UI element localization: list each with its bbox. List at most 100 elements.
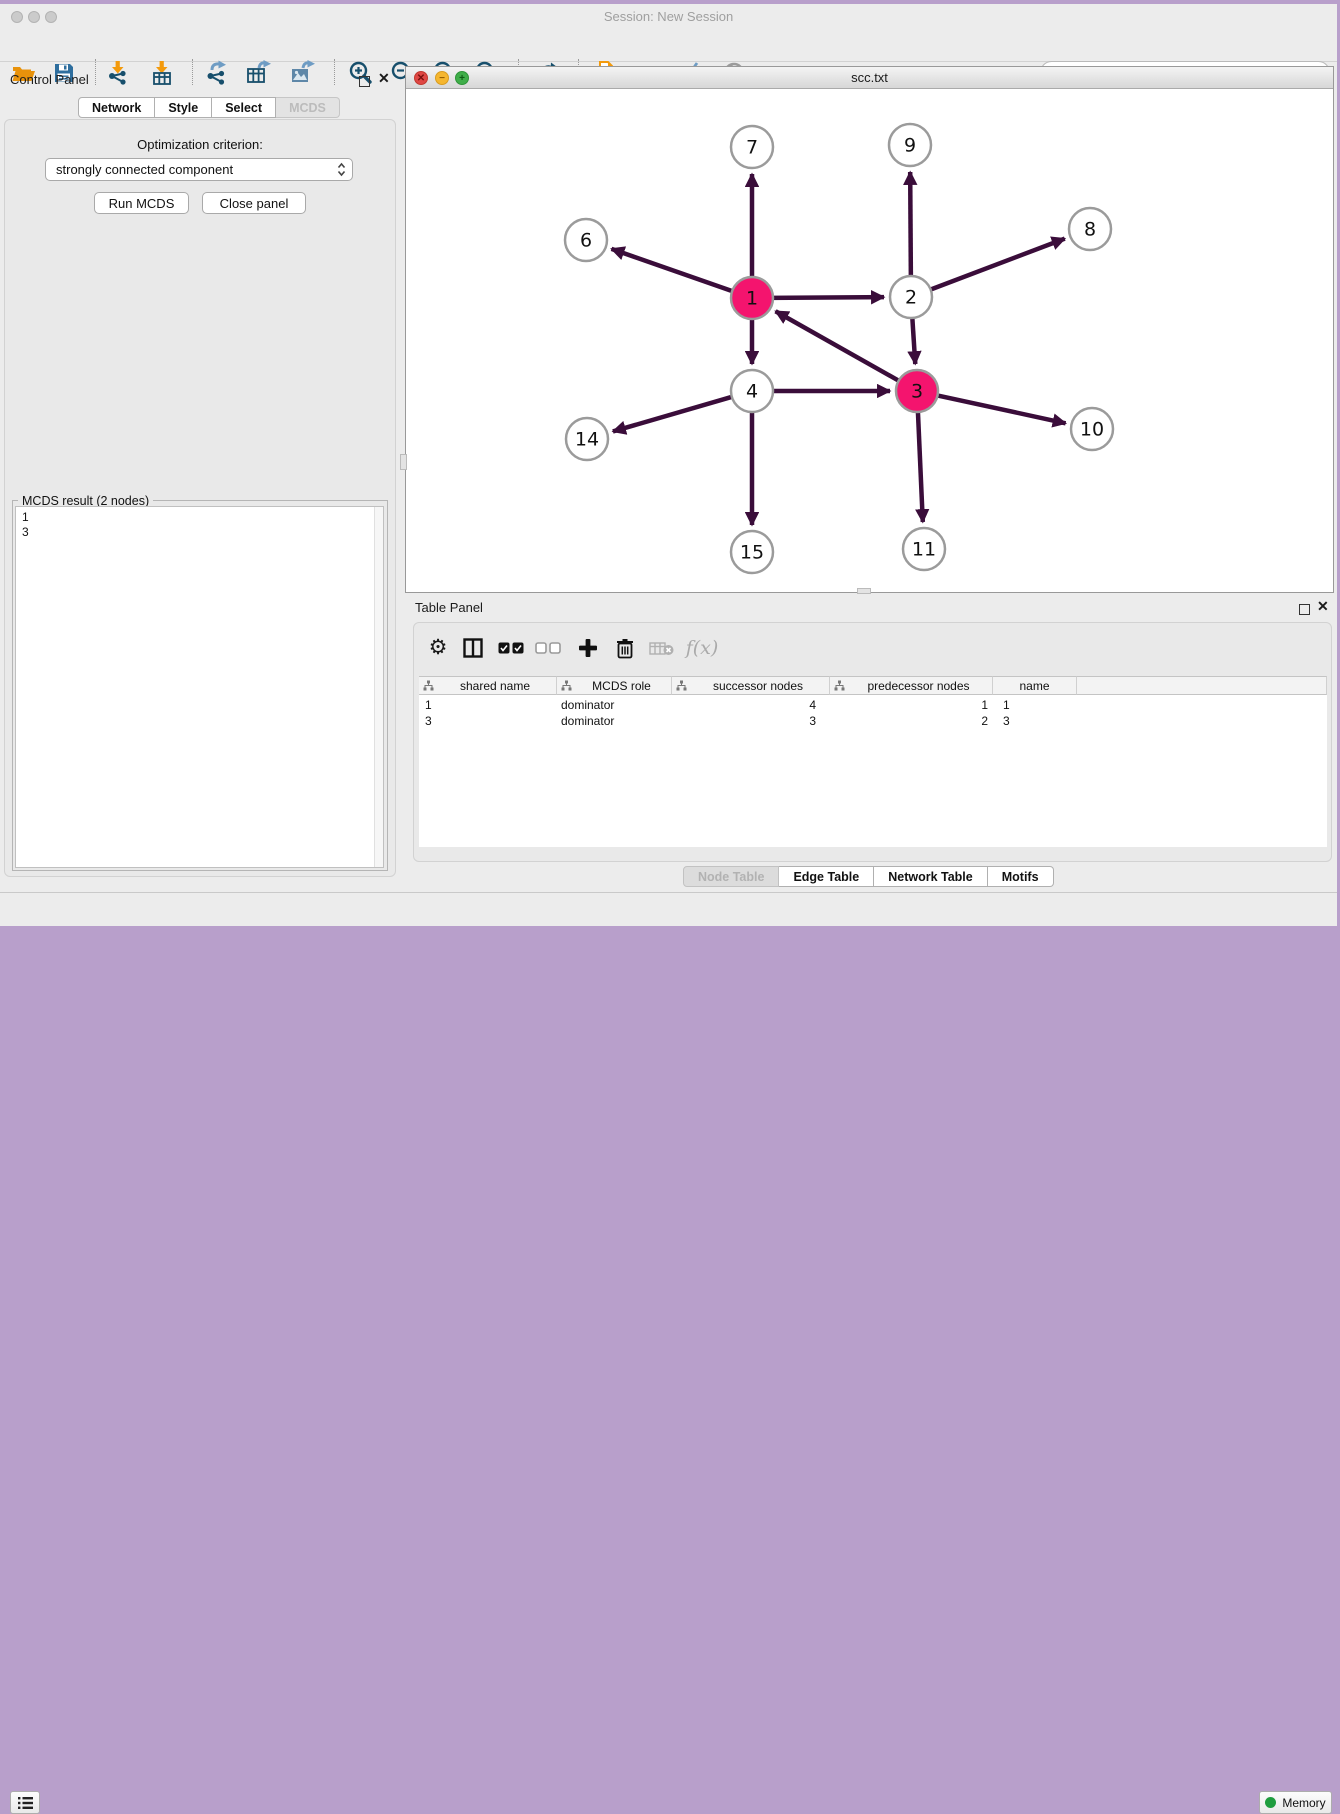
export-table-button[interactable] (245, 59, 273, 87)
node-label-9: 9 (904, 135, 916, 157)
unchecked-boxes-icon (535, 642, 561, 654)
node-label-3: 3 (911, 381, 923, 403)
memory-button[interactable]: Memory (1259, 1791, 1332, 1814)
result-scrollbar[interactable] (374, 507, 383, 867)
control-panel-close-button[interactable]: ✕ (378, 73, 390, 84)
control-panel-float-button[interactable] (359, 74, 370, 92)
node-label-7: 7 (746, 137, 758, 159)
import-network-button[interactable] (104, 59, 132, 87)
edge-3-10[interactable] (936, 395, 1066, 423)
edge-4-14[interactable] (613, 396, 734, 431)
mcds-result-text[interactable]: 1 3 (15, 506, 384, 868)
tab-mcds[interactable]: MCDS (276, 97, 340, 118)
tab-node-table[interactable]: Node Table (683, 866, 779, 887)
edge-2-3[interactable] (912, 316, 915, 364)
delete-table-button[interactable] (648, 634, 676, 662)
status-bar: Memory (0, 892, 1337, 926)
add-row-button[interactable] (574, 634, 602, 662)
tab-edge-table[interactable]: Edge Table (779, 866, 874, 887)
node-label-2: 2 (905, 287, 917, 309)
tab-style[interactable]: Style (155, 97, 212, 118)
edge-2-8[interactable] (929, 239, 1065, 291)
splitter-grip-horizontal[interactable] (857, 588, 871, 594)
column-header-filler (1077, 676, 1327, 695)
node-label-14: 14 (575, 429, 599, 451)
network-window-titlebar[interactable]: ✕ − + scc.txt (406, 67, 1333, 89)
edge-3-1[interactable] (776, 311, 901, 381)
result-line: 3 (22, 525, 383, 540)
import-table-icon (149, 60, 175, 86)
delete-table-icon (649, 641, 675, 656)
export-network-button[interactable] (203, 59, 231, 87)
node-label-15: 15 (740, 542, 764, 564)
column-header-name[interactable]: name (993, 676, 1077, 695)
float-icon (1299, 604, 1310, 615)
criterion-dropdown[interactable]: strongly connected component (45, 158, 353, 181)
table-settings-button[interactable]: ⚙ (424, 634, 452, 662)
title-bar: Session: New Session (0, 4, 1337, 28)
criterion-value: strongly connected component (56, 162, 233, 177)
toolbar-separator (95, 59, 96, 85)
column-header-mcds-role[interactable]: MCDS role (557, 676, 672, 695)
run-mcds-button[interactable]: Run MCDS (94, 192, 189, 214)
column-label: shared name (434, 679, 556, 693)
table-row-cell[interactable]: 1 (425, 698, 545, 714)
table-row-cell[interactable]: 3 (672, 714, 816, 730)
hierarchy-icon (423, 680, 434, 691)
table-panel-float-button[interactable] (1299, 602, 1310, 620)
network-window-title: scc.txt (406, 70, 1333, 85)
tab-select[interactable]: Select (212, 97, 276, 118)
network-canvas[interactable]: 7968124314101511 (407, 89, 1333, 592)
show-columns-button[interactable] (459, 634, 487, 662)
hierarchy-icon (676, 680, 687, 691)
toolbar-separator (192, 59, 193, 85)
delete-rows-button[interactable] (611, 634, 639, 662)
hierarchy-icon (561, 680, 572, 691)
table-row-cell[interactable]: 2 (830, 714, 988, 730)
column-header-predecessor-nodes[interactable]: predecessor nodes (830, 676, 993, 695)
edge-1-6[interactable] (611, 249, 734, 292)
table-row-cell[interactable]: 3 (1003, 714, 1073, 730)
edge-1-2[interactable] (771, 297, 884, 298)
export-image-button[interactable] (289, 59, 317, 87)
optimization-criterion-label: Optimization criterion: (0, 137, 400, 152)
function-icon: f(x) (686, 637, 719, 659)
table-row-cell[interactable]: dominator (561, 714, 666, 730)
tab-network[interactable]: Network (78, 97, 155, 118)
node-label-10: 10 (1080, 419, 1104, 441)
column-label: name (993, 679, 1076, 693)
tab-network-table[interactable]: Network Table (874, 866, 988, 887)
unselect-all-rows-button[interactable] (534, 634, 562, 662)
table-row-cell[interactable]: 1 (830, 698, 988, 714)
function-builder-button[interactable]: f(x) (684, 634, 720, 662)
column-header-shared-name[interactable]: shared name (419, 676, 557, 695)
show-log-button[interactable] (10, 1791, 40, 1814)
tab-motifs[interactable]: Motifs (988, 866, 1054, 887)
application-window: Session: New Session (0, 0, 1337, 926)
splitter-grip-vertical[interactable] (400, 454, 407, 470)
table-row-cell[interactable]: 3 (425, 714, 545, 730)
column-label: MCDS role (572, 679, 671, 693)
export-network-icon (204, 60, 230, 86)
memory-label: Memory (1282, 1796, 1325, 1810)
table-row-cell[interactable]: 1 (1003, 698, 1073, 714)
table-row-cell[interactable]: dominator (561, 698, 666, 714)
table-row-cell[interactable]: 4 (672, 698, 816, 714)
column-label: predecessor nodes (845, 679, 992, 693)
plus-icon (578, 638, 598, 658)
toolbar-separator (334, 59, 335, 85)
column-header-successor-nodes[interactable]: successor nodes (672, 676, 830, 695)
edge-2-9[interactable] (910, 172, 911, 278)
export-image-icon (289, 60, 317, 86)
edge-3-11[interactable] (918, 410, 923, 522)
list-icon (17, 1796, 34, 1810)
window-title: Session: New Session (0, 9, 1337, 24)
table-panel-close-button[interactable]: ✕ (1317, 601, 1329, 612)
column-label: successor nodes (687, 679, 829, 693)
close-panel-button[interactable]: Close panel (202, 192, 306, 214)
gear-icon: ⚙ (429, 637, 448, 659)
table-panel-title: Table Panel (415, 600, 483, 615)
import-table-button[interactable] (148, 59, 176, 87)
node-label-1: 1 (746, 288, 758, 310)
select-all-rows-button[interactable] (497, 634, 525, 662)
